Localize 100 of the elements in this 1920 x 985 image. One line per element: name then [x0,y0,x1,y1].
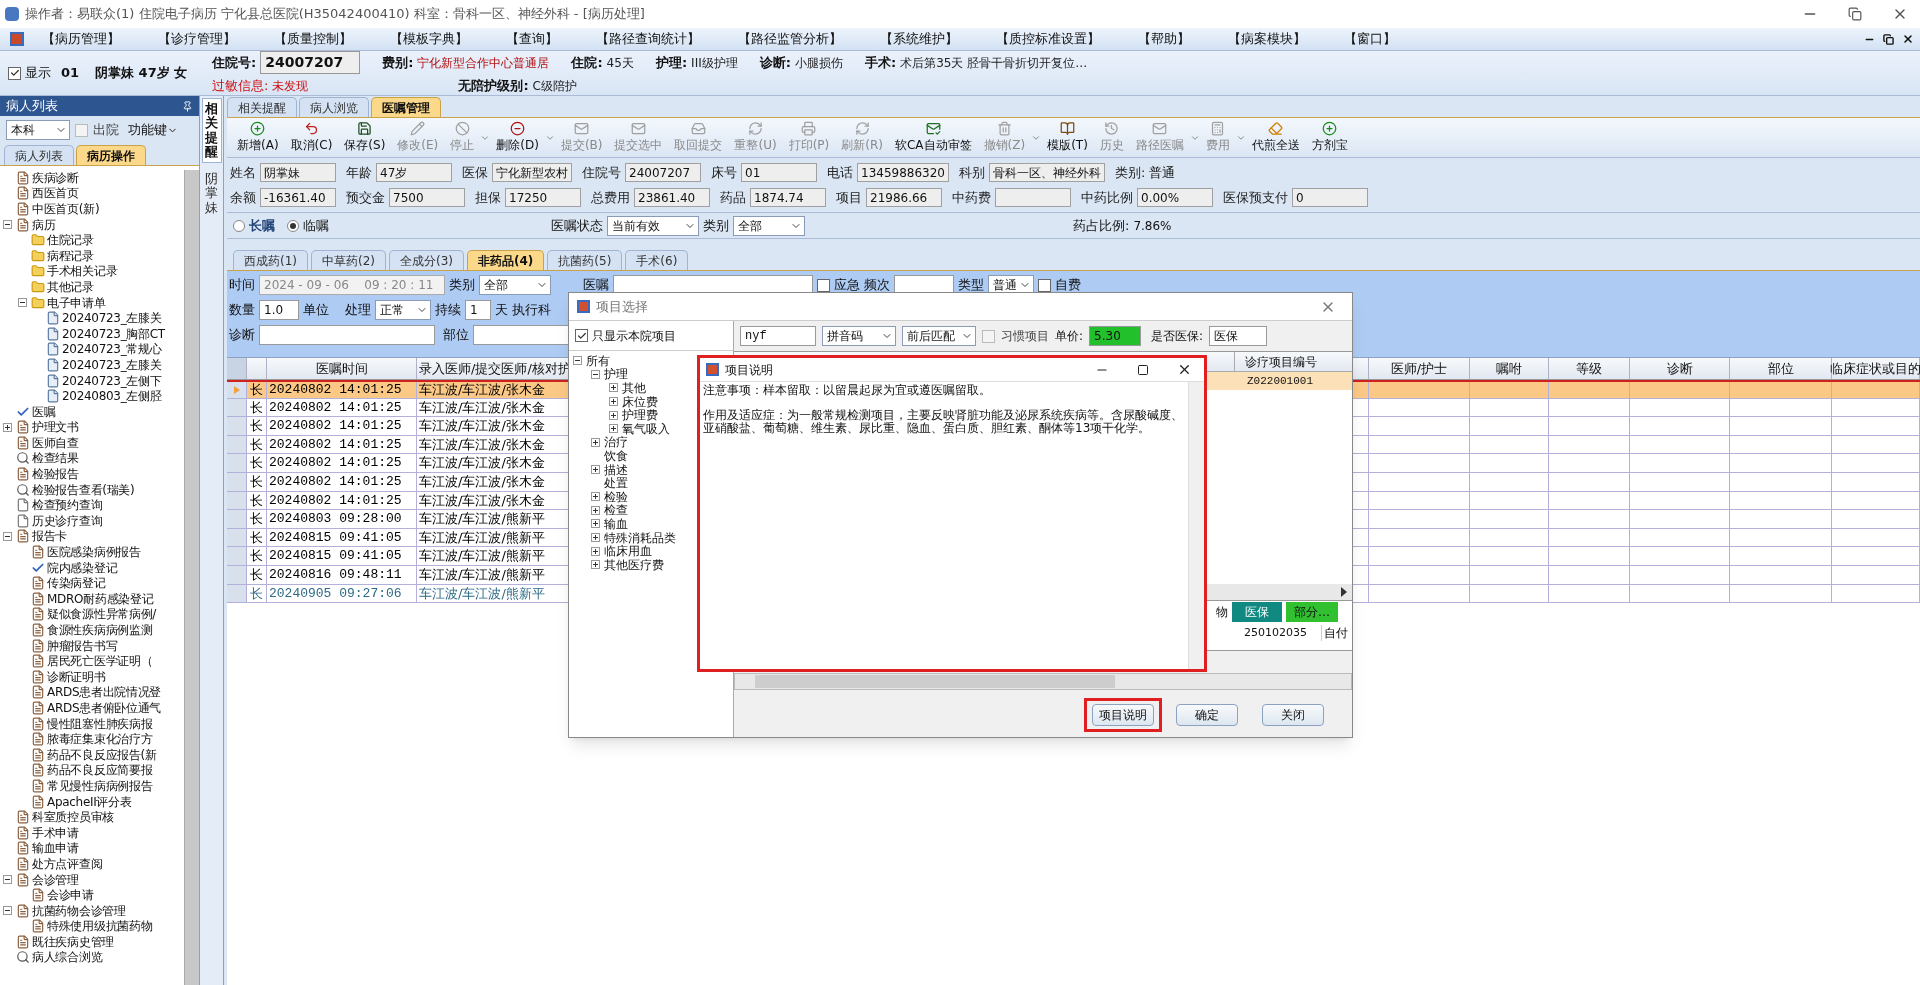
table-cell: 20240815 09:41:05 [267,547,417,565]
site-label: 部位 [443,326,469,345]
unit-label: 单位 [303,301,329,320]
insurance-field: 医保 [1209,326,1268,346]
table-cell: 长 [247,528,267,547]
info-field: 17250 [505,188,581,207]
diagnosis-label: 诊断 [229,326,255,345]
column-header: 诊断 [1630,358,1730,379]
panel-title: 病人列表 [6,97,58,116]
table-cell: 20240803 09:28:00 [267,510,417,528]
header-label: 费别: [382,53,414,72]
info-label: 药品 [720,188,746,207]
header-value: 24007207 [260,51,361,74]
duration-label: 持续 [435,301,461,320]
info-field: 47岁 [376,163,452,182]
description-text: 注意事项：样本留取：以留晨起尿为宜或遵医嘱留取。 [703,384,992,397]
column-header: 诊疗项目编号 [1234,352,1326,371]
header-value: 宁化新型合作中心普通居 [417,54,550,72]
info-label: 预交金 [346,188,385,207]
header-label: 无陪护级别: [458,76,529,95]
info-field: 7500 [389,188,465,207]
info-label: 科别 [959,163,985,182]
table-cell: 长 [247,584,267,603]
info-field: 宁化新型农村 [492,163,572,182]
info-field: 阴掌妹 [260,163,336,182]
info-label: 床号 [711,163,737,182]
table-cell: 20240802 14:01:25 [267,382,417,398]
info-label: 年龄 [346,163,372,182]
partial-tag: 部分… [1286,602,1338,622]
info-label: 项目 [836,188,862,207]
radio-label: 临嘱 [303,216,329,235]
table-cell: 20240815 09:41:05 [267,528,417,547]
table-cell-text: 自付 [1323,625,1349,642]
info-field: 24007207 [625,163,701,182]
info-label: 担保 [475,188,501,207]
habitual-label: 习惯项目 [1001,328,1049,345]
drug-ratio-label: 药占比例: [1073,216,1130,235]
table-cell: 20240802 14:01:25 [267,417,417,435]
column-header: 医嘱时间 [267,358,417,379]
header-label: 住院: [571,53,603,72]
info-field: 骨科一区、神经外科 [989,163,1105,182]
discharged-label: 出院 [93,121,119,140]
window-title: 操作者：易联众(1) 住院电子病历 宁化县总医院(H35042400410) 科室：骨科一区、神经外科 - [病历处理] [25,5,645,24]
info-field: 01 [741,163,817,182]
radio-label: 长嘱 [249,216,275,235]
table-cell: 长 [247,454,267,472]
info-label: 医保预支付 [1223,188,1288,207]
header-value: 未发现 [272,77,309,95]
dialog-title: 项目选择 [596,297,648,316]
header-label: 手术: [864,53,897,72]
header-label: 护理: [655,53,688,72]
column-header: 嘱咐 [1470,358,1549,379]
time-label: 时间 [229,276,255,295]
day-label: 天 [495,301,508,320]
column-header: 医师/护士 [1369,358,1470,379]
category-label: 类别 [449,276,475,295]
table-cell: 长 [247,510,267,528]
column-header: 物 [1216,604,1228,621]
header-value: III级护理 [691,54,738,72]
frequency-label: 频次 [864,276,890,295]
table-cell: 20240802 14:01:25 [267,491,417,510]
header-value: 45天 [606,54,634,72]
info-label: 中药费 [952,188,991,207]
info-label: 类别: [1115,163,1146,182]
info-value: 普通 [1149,163,1176,182]
table-cell: 长 [247,435,267,454]
info-label: 医保 [462,163,488,182]
info-label: 中药比例 [1081,188,1133,207]
header-value: 术后第35天 胫骨干骨折切开复位… [900,54,1088,72]
info-label: 电话 [827,163,853,182]
info-field: 13459886320 [857,163,949,182]
column-header: 临床症状或目的 [1832,358,1920,379]
quantity-label: 数量 [229,301,255,320]
handling-label: 处理 [345,301,371,320]
table-cell: 长 [247,547,267,565]
info-label: 姓名 [230,163,256,182]
info-label: 总费用 [591,188,630,207]
price-field: 5.30 [1089,326,1142,346]
info-field: 0 [1292,188,1368,207]
table-cell-text: Z022001001 [1246,373,1314,389]
info-field: 21986.66 [866,188,942,207]
table-cell: 长 [247,398,267,417]
table-cell: 长 [247,472,267,491]
drug-ratio-value: 7.86% [1133,217,1172,235]
table-cell: 20240816 09:48:11 [267,565,417,584]
header-value: 小腿损伤 [794,54,843,72]
info-field: -16361.40 [260,188,336,207]
type-label: 类型 [958,276,984,295]
table-cell: 250102035 [1244,624,1322,642]
info-label: 住院号 [582,163,621,182]
category-label: 类别 [703,216,729,235]
header-value: C级陪护 [532,77,577,95]
bed-number: 01 [61,64,80,83]
local-only-label: 只显示本院项目 [592,327,676,345]
table-cell: 长 [247,491,267,510]
insurance-tag: 医保 [1232,602,1282,622]
order-label: 医嘱 [583,276,609,295]
patient-summary: 阴掌妹 47岁 女 [95,64,188,83]
insurance-label: 是否医保: [1151,328,1204,345]
urgent-label: 应急 [834,276,860,295]
